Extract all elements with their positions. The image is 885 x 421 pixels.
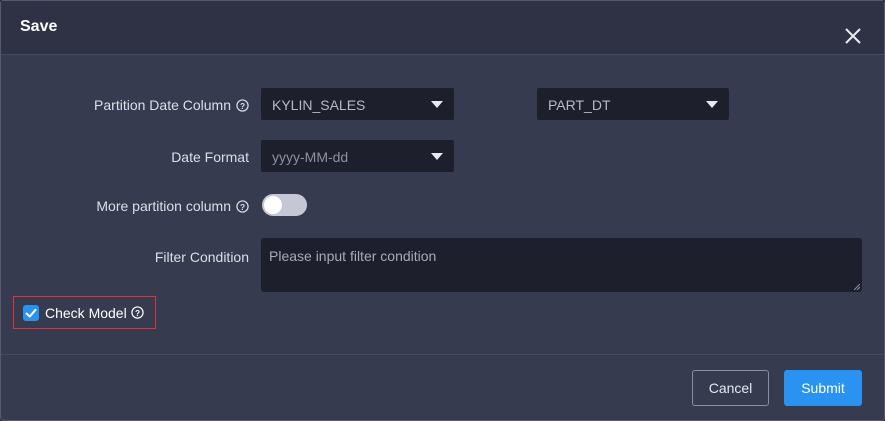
caret-down-icon bbox=[431, 101, 443, 108]
more-partition-column-label: More partition column ? bbox=[41, 197, 249, 215]
date-format-placeholder: yyyy-MM-dd bbox=[272, 149, 349, 165]
check-model-highlight: Check Model ? bbox=[13, 296, 156, 329]
dialog-header: Save bbox=[1, 1, 884, 55]
filter-label-text: Filter Condition bbox=[154, 249, 249, 265]
svg-text:?: ? bbox=[240, 100, 245, 110]
filter-condition-label: Filter Condition bbox=[41, 248, 249, 266]
toggle-knob bbox=[264, 196, 282, 214]
caret-down-icon bbox=[431, 153, 443, 160]
submit-button[interactable]: Submit bbox=[784, 370, 862, 406]
save-dialog: Save Partition Date Column ? KYLIN_SALES… bbox=[0, 0, 885, 421]
help-icon[interactable]: ? bbox=[236, 199, 249, 213]
partition-label-text: Partition Date Column bbox=[94, 97, 231, 113]
help-icon[interactable]: ? bbox=[131, 306, 144, 319]
help-icon[interactable]: ? bbox=[236, 98, 249, 112]
filter-placeholder: Please input filter condition bbox=[269, 248, 437, 264]
svg-text:?: ? bbox=[135, 308, 140, 318]
partition-table-select[interactable]: KYLIN_SALES bbox=[261, 88, 454, 120]
caret-down-icon bbox=[706, 101, 718, 108]
svg-text:?: ? bbox=[240, 201, 245, 211]
date-format-select[interactable]: yyyy-MM-dd bbox=[261, 140, 454, 172]
close-icon bbox=[845, 28, 861, 44]
date-format-label: Date Format bbox=[41, 148, 249, 166]
partition-column-value: PART_DT bbox=[548, 97, 611, 113]
more-partition-label-text: More partition column bbox=[96, 198, 231, 214]
more-partition-toggle[interactable] bbox=[262, 194, 307, 216]
close-button[interactable] bbox=[842, 25, 864, 47]
check-model-label: Check Model bbox=[45, 304, 127, 321]
date-format-label-text: Date Format bbox=[171, 149, 249, 165]
dialog-title: Save bbox=[20, 18, 58, 35]
partition-column-select[interactable]: PART_DT bbox=[537, 88, 729, 120]
footer-divider bbox=[1, 354, 884, 355]
partition-table-value: KYLIN_SALES bbox=[272, 97, 366, 113]
check-model-checkbox[interactable] bbox=[23, 304, 39, 321]
partition-date-column-label: Partition Date Column ? bbox=[41, 96, 249, 114]
cancel-button[interactable]: Cancel bbox=[692, 370, 769, 406]
resize-handle-icon[interactable] bbox=[854, 284, 860, 290]
filter-condition-input[interactable]: Please input filter condition bbox=[261, 238, 862, 292]
checkmark-icon bbox=[25, 308, 37, 317]
